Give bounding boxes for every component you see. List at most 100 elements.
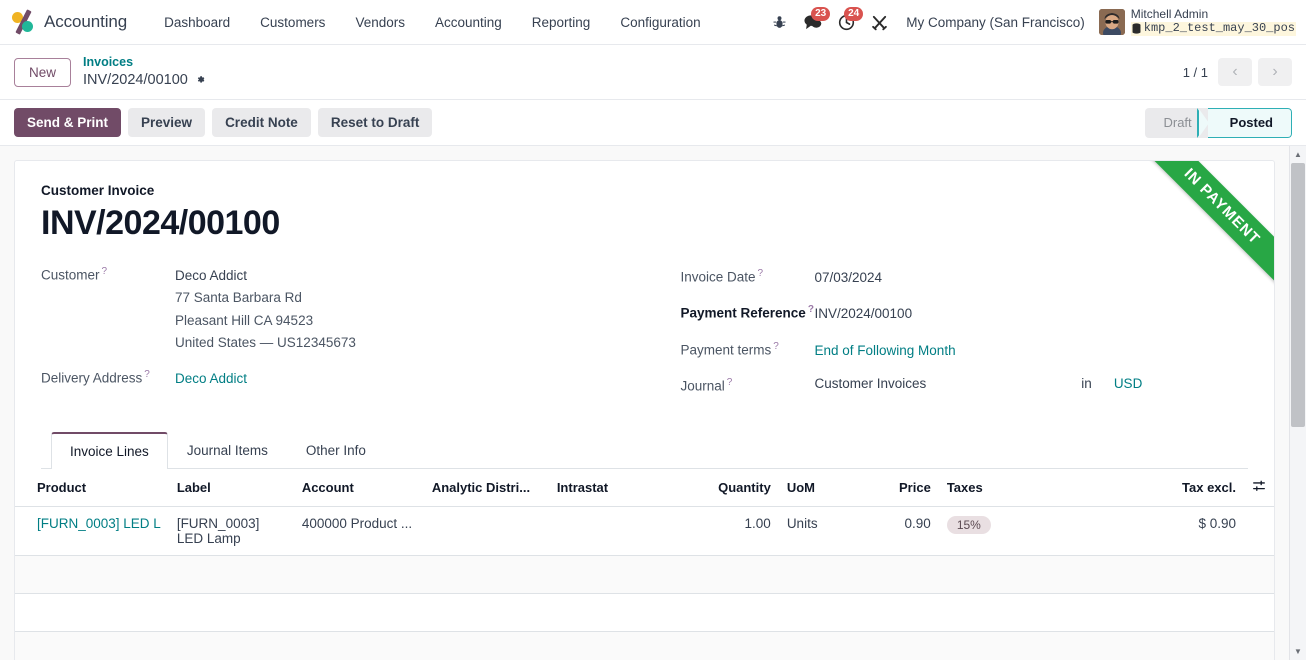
menu-item-vendors[interactable]: Vendors bbox=[340, 9, 420, 36]
column-header-analytic-distribution[interactable]: Analytic Distri... bbox=[423, 469, 549, 508]
gear-icon[interactable] bbox=[195, 73, 208, 86]
column-options-header bbox=[1244, 469, 1274, 508]
reset-to-draft-button[interactable]: Reset to Draft bbox=[317, 108, 433, 137]
scroll-up-arrow-icon[interactable]: ▲ bbox=[1290, 146, 1306, 163]
field-delivery-address-label-text: Delivery Address bbox=[41, 370, 143, 386]
scrollbar-thumb[interactable] bbox=[1290, 163, 1305, 427]
main-menu: Dashboard Customers Vendors Accounting R… bbox=[149, 9, 716, 36]
bug-icon[interactable] bbox=[764, 15, 795, 30]
help-marker[interactable]: ? bbox=[808, 304, 814, 315]
help-marker[interactable]: ? bbox=[144, 369, 150, 380]
field-payment-terms: Payment terms? End of Following Month bbox=[681, 340, 1249, 362]
breadcrumb: Invoices INV/2024/00100 bbox=[83, 55, 208, 89]
help-marker[interactable]: ? bbox=[727, 377, 733, 388]
company-switcher[interactable]: My Company (San Francisco) bbox=[896, 15, 1095, 30]
cell-label[interactable]: [FURN_0003] LED Lamp bbox=[168, 506, 294, 557]
field-journal: Journal? Customer Invoices in USD bbox=[681, 376, 1249, 394]
cell-product[interactable]: [FURN_0003] LED L bbox=[15, 506, 169, 557]
user-name: Mitchell Admin bbox=[1130, 7, 1209, 22]
delivery-address-link[interactable]: Deco Addict bbox=[175, 368, 247, 390]
field-customer-value: Deco Addict 77 Santa Barbara Rd Pleasant… bbox=[175, 265, 356, 354]
cell-price[interactable]: 0.90 bbox=[868, 506, 939, 557]
action-bar: Send & Print Preview Credit Note Reset t… bbox=[0, 100, 1306, 146]
odoo-logo-icon[interactable] bbox=[10, 9, 36, 35]
column-header-quantity[interactable]: Quantity bbox=[698, 469, 779, 508]
send-and-print-button[interactable]: Send & Print bbox=[14, 108, 122, 137]
payment-reference-value[interactable]: INV/2024/00100 bbox=[815, 303, 913, 325]
cell-account-text: 400000 Product ... bbox=[301, 516, 413, 532]
tools-icon[interactable] bbox=[863, 14, 896, 31]
help-marker[interactable]: ? bbox=[773, 341, 779, 352]
help-marker[interactable]: ? bbox=[102, 266, 108, 277]
preview-button[interactable]: Preview bbox=[128, 108, 206, 137]
column-header-price[interactable]: Price bbox=[868, 469, 939, 508]
invoice-sheet: IN PAYMENT Customer Invoice INV/2024/001… bbox=[14, 160, 1275, 660]
journal-currency-value[interactable]: USD bbox=[1114, 376, 1143, 391]
menu-item-dashboard[interactable]: Dashboard bbox=[149, 9, 245, 36]
activities-badge: 24 bbox=[844, 6, 864, 21]
tab-journal-items[interactable]: Journal Items bbox=[168, 432, 287, 469]
cell-account[interactable]: 400000 Product ... bbox=[293, 506, 424, 557]
vertical-scrollbar[interactable]: ▲ ▼ bbox=[1289, 146, 1306, 660]
cell-taxes[interactable]: 15% bbox=[938, 506, 1059, 557]
messages-badge: 23 bbox=[811, 6, 831, 21]
menu-item-customers[interactable]: Customers bbox=[245, 9, 340, 36]
column-header-product[interactable]: Product bbox=[15, 469, 169, 508]
field-payment-reference-label: Payment Reference? bbox=[681, 303, 815, 321]
form-column-right: Invoice Date? 07/03/2024 Payment Referen… bbox=[645, 265, 1249, 407]
breadcrumb-current-text: INV/2024/00100 bbox=[83, 71, 188, 88]
cell-analytic-distribution[interactable] bbox=[423, 506, 549, 557]
menu-item-configuration[interactable]: Configuration bbox=[605, 9, 715, 36]
field-payment-terms-label-text: Payment terms bbox=[680, 342, 772, 358]
tab-invoice-lines[interactable]: Invoice Lines bbox=[51, 432, 168, 470]
field-delivery-address-label: Delivery Address? bbox=[41, 368, 175, 386]
activities-clock-icon[interactable]: 24 bbox=[830, 6, 864, 31]
field-customer: Customer? Deco Addict 77 Santa Barbara R… bbox=[41, 265, 645, 354]
field-delivery-address: Delivery Address? Deco Addict bbox=[41, 368, 645, 390]
cell-intrastat[interactable] bbox=[548, 506, 699, 557]
breadcrumb-parent-invoices[interactable]: Invoices bbox=[83, 55, 208, 71]
table-row[interactable]: [FURN_0003] LED L [FURN_0003] LED Lamp 4… bbox=[15, 506, 1274, 557]
invoice-date-value[interactable]: 07/03/2024 bbox=[815, 267, 883, 289]
menu-item-accounting[interactable]: Accounting bbox=[420, 9, 517, 36]
scroll-down-arrow-icon[interactable]: ▼ bbox=[1290, 643, 1306, 660]
cell-uom[interactable]: Units bbox=[778, 506, 869, 557]
cell-tax-excl: $ 0.90 bbox=[1058, 506, 1244, 557]
table-row-empty[interactable] bbox=[15, 631, 1274, 660]
journal-in-label: in bbox=[1081, 375, 1092, 391]
record-pager: 1 / 1 ‹ › bbox=[1183, 58, 1292, 86]
field-invoice-date-label: Invoice Date? bbox=[681, 267, 815, 285]
page-title: INV/2024/00100 bbox=[41, 204, 280, 242]
journal-row: Customer Invoices in USD bbox=[815, 376, 1249, 391]
pager-previous-button[interactable]: ‹ bbox=[1218, 58, 1252, 86]
pager-next-button[interactable]: › bbox=[1258, 58, 1292, 86]
cell-options bbox=[1244, 506, 1274, 557]
scrollbar-track[interactable] bbox=[1290, 163, 1306, 643]
customer-address-line-3: United States — US12345673 bbox=[175, 334, 356, 350]
tab-other-info[interactable]: Other Info bbox=[287, 432, 385, 469]
user-menu[interactable]: Mitchell Admin kmp_2_test_may_30_pos bbox=[1095, 7, 1296, 36]
new-record-button[interactable]: New bbox=[14, 57, 72, 87]
column-header-uom[interactable]: UoM bbox=[778, 469, 869, 508]
column-header-taxes[interactable]: Taxes bbox=[938, 469, 1059, 508]
database-name: kmp_2_test_may_30_pos bbox=[1130, 21, 1296, 36]
app-brand-name[interactable]: Accounting bbox=[44, 12, 127, 32]
messages-icon[interactable]: 23 bbox=[795, 6, 831, 31]
column-header-tax-excl[interactable]: Tax excl. bbox=[1058, 469, 1244, 508]
journal-value[interactable]: Customer Invoices bbox=[815, 376, 927, 391]
column-header-label[interactable]: Label bbox=[168, 469, 294, 508]
cell-quantity[interactable]: 1.00 bbox=[698, 506, 779, 557]
menu-item-reporting[interactable]: Reporting bbox=[517, 9, 606, 36]
column-header-intrastat[interactable]: Intrastat bbox=[548, 469, 699, 508]
payment-terms-value[interactable]: End of Following Month bbox=[815, 340, 956, 362]
field-invoice-date-label-text: Invoice Date bbox=[680, 269, 756, 285]
column-header-account[interactable]: Account bbox=[293, 469, 424, 508]
help-marker[interactable]: ? bbox=[758, 268, 764, 279]
avatar bbox=[1098, 9, 1125, 35]
customer-link[interactable]: Deco Addict bbox=[175, 265, 356, 287]
table-row-empty[interactable] bbox=[15, 593, 1274, 633]
table-row-empty[interactable] bbox=[15, 555, 1274, 595]
column-options-icon[interactable] bbox=[1252, 479, 1266, 493]
credit-note-button[interactable]: Credit Note bbox=[212, 108, 311, 137]
status-step-posted[interactable]: Posted bbox=[1196, 107, 1292, 138]
